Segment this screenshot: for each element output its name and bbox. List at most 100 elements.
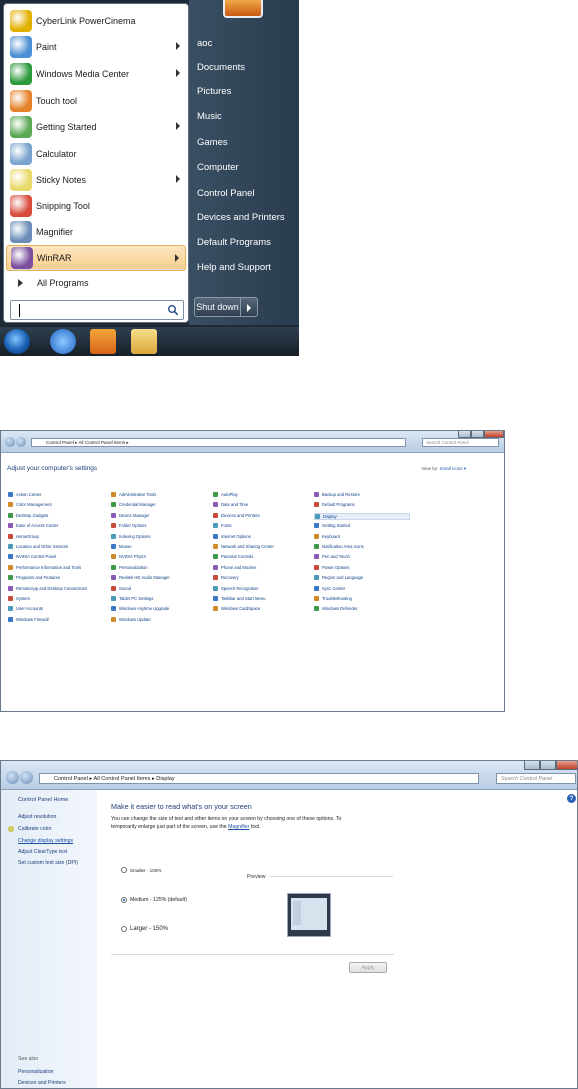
control-panel-item[interactable]: RemoteApp and Desktop Connections	[8, 585, 87, 591]
start-menu-item[interactable]: Calculator	[6, 141, 186, 167]
start-search-input[interactable]	[10, 300, 184, 320]
maximize-icon[interactable]	[540, 761, 556, 770]
control-panel-item[interactable]: Mouse	[111, 544, 132, 549]
control-panel-item[interactable]: User Accounts	[8, 606, 43, 612]
control-panel-item[interactable]: Parental Controls	[213, 554, 253, 560]
search-icon[interactable]	[167, 304, 179, 316]
option-larger[interactable]: Larger - 150%	[121, 926, 168, 932]
sidebar-custom-text-size[interactable]: Set custom text size (DPI)	[18, 860, 78, 866]
control-panel-item[interactable]: System	[8, 596, 30, 601]
control-panel-item[interactable]: Realtek HD Audio Manager	[111, 575, 170, 581]
shut-down-button[interactable]: Shut down	[194, 297, 241, 317]
start-menu-item[interactable]: Touch tool	[6, 88, 186, 114]
control-panel-item[interactable]: Speech Recognition	[213, 585, 258, 591]
internet-explorer-icon[interactable]	[50, 329, 76, 354]
start-menu-right-item[interactable]: Default Programs	[197, 237, 271, 248]
control-panel-item[interactable]: Taskbar and Start Menu	[213, 596, 265, 601]
start-menu-right-item[interactable]: Control Panel	[197, 188, 255, 199]
control-panel-item[interactable]: Recovery	[213, 575, 239, 581]
control-panel-item[interactable]: Power Options	[314, 564, 349, 570]
help-icon[interactable]: ?	[567, 794, 576, 803]
back-arrow-icon[interactable]	[5, 437, 15, 447]
control-panel-item[interactable]: Credential Manager	[111, 502, 156, 508]
start-menu-item[interactable]: Sticky Notes	[6, 167, 186, 193]
control-panel-item[interactable]: Action Center	[8, 492, 41, 497]
close-icon[interactable]	[556, 761, 577, 770]
sidebar-adjust-resolution[interactable]: Adjust resolution	[18, 814, 56, 820]
display-search-input[interactable]: Search Control Panel	[496, 773, 576, 784]
control-panel-item[interactable]: Devices and Printers	[213, 512, 260, 518]
control-panel-item[interactable]: Display	[314, 512, 410, 520]
start-menu-item[interactable]: Magnifier	[6, 219, 186, 245]
start-menu-item[interactable]: CyberLink PowerCinema	[6, 8, 186, 34]
control-panel-item[interactable]: Location and Other Sensors	[8, 544, 68, 549]
control-panel-item[interactable]: Windows Firewall	[8, 616, 49, 622]
start-menu-right-item[interactable]: aoc	[197, 38, 212, 49]
control-panel-item[interactable]: Performance Information and Tools	[8, 564, 81, 570]
explorer-folder-icon[interactable]	[131, 329, 157, 354]
control-panel-item[interactable]: HomeGroup	[8, 533, 39, 539]
start-menu-item[interactable]: WinRAR	[6, 245, 186, 271]
control-panel-item[interactable]: Programs and Features	[8, 575, 60, 581]
control-panel-item[interactable]: Internet Options	[213, 533, 251, 539]
see-also-personalization[interactable]: Personalization	[18, 1069, 53, 1075]
shut-down-options-button[interactable]	[241, 297, 258, 317]
apply-button[interactable]: Apply	[349, 962, 387, 973]
control-panel-item[interactable]: Getting Started	[314, 523, 350, 529]
control-panel-item[interactable]: Date and Time	[213, 502, 248, 508]
control-panel-item[interactable]: Notification Area Icons	[314, 544, 364, 549]
control-panel-item[interactable]: Sync Center	[314, 585, 345, 591]
see-also-devices-printers[interactable]: Devices and Printers	[18, 1080, 66, 1086]
control-panel-item[interactable]: Pen and Touch	[314, 554, 350, 560]
control-panel-item[interactable]: Backup and Restore	[314, 492, 360, 497]
sidebar-change-display-settings[interactable]: Change display settings	[18, 838, 73, 844]
control-panel-item[interactable]: Network and Sharing Center	[213, 544, 274, 549]
start-menu-right-item[interactable]: Documents	[197, 62, 245, 73]
control-panel-item[interactable]: Default Programs	[314, 502, 355, 508]
start-menu-right-item[interactable]: Games	[197, 137, 228, 148]
close-icon[interactable]	[484, 431, 504, 438]
forward-arrow-icon[interactable]	[16, 437, 26, 447]
windows-start-orb-icon[interactable]	[4, 329, 30, 354]
control-panel-item[interactable]: Region and Language	[314, 575, 363, 581]
start-menu-item[interactable]: Paint	[6, 34, 186, 60]
forward-arrow-icon[interactable]	[20, 771, 33, 784]
control-panel-item[interactable]: Windows Anytime Upgrade	[111, 606, 169, 612]
option-smaller[interactable]: Smaller - 100%	[121, 867, 161, 873]
control-panel-item[interactable]: NVIDIA PhysX	[111, 554, 146, 560]
sidebar-control-panel-home[interactable]: Control Panel Home	[18, 797, 68, 803]
control-panel-search-input[interactable]: Search Control Panel	[422, 438, 499, 447]
display-address-bar[interactable]: Control Panel ▸ All Control Panel Items …	[39, 773, 479, 784]
back-arrow-icon[interactable]	[6, 771, 19, 784]
control-panel-item[interactable]: NVIDIA Control Panel	[8, 554, 56, 560]
control-panel-address-bar[interactable]: Control Panel ▸ All Control Panel Items …	[31, 438, 406, 447]
control-panel-item[interactable]: Folder Options	[111, 523, 146, 529]
control-panel-item[interactable]: Windows CardSpace	[213, 606, 260, 612]
maximize-icon[interactable]	[471, 431, 484, 438]
control-panel-item[interactable]: Windows Update	[111, 616, 151, 622]
sidebar-adjust-cleartype[interactable]: Adjust ClearType text	[18, 849, 67, 855]
view-by-dropdown[interactable]: Small icons ▾	[439, 466, 466, 471]
start-menu-right-item[interactable]: Computer	[197, 162, 239, 173]
control-panel-item[interactable]: Windows Defender	[314, 606, 357, 612]
control-panel-item[interactable]: Personalization	[111, 564, 148, 570]
radio-button[interactable]	[121, 867, 127, 873]
magnifier-link[interactable]: Magnifier	[228, 824, 249, 830]
start-menu-item[interactable]: Snipping Tool	[6, 193, 186, 219]
control-panel-item[interactable]: Administrative Tools	[111, 492, 156, 497]
sidebar-calibrate-color[interactable]: Calibrate color	[18, 826, 51, 832]
minimize-icon[interactable]	[458, 431, 471, 438]
media-player-icon[interactable]	[90, 329, 116, 354]
user-avatar[interactable]	[223, 0, 263, 18]
control-panel-item[interactable]: Phone and Modem	[213, 564, 256, 570]
start-menu-item[interactable]: Windows Media Center	[6, 61, 186, 87]
radio-button-selected[interactable]	[121, 897, 127, 903]
control-panel-item[interactable]: AutoPlay	[213, 492, 238, 497]
control-panel-item[interactable]: Keyboard	[314, 533, 340, 539]
control-panel-item[interactable]: Indexing Options	[111, 533, 150, 539]
control-panel-item[interactable]: Sound	[111, 585, 131, 591]
start-menu-right-item[interactable]: Help and Support	[197, 262, 271, 273]
radio-button[interactable]	[121, 926, 127, 932]
start-menu-item[interactable]: Getting Started	[6, 114, 186, 140]
control-panel-item[interactable]: Device Manager	[111, 512, 150, 518]
